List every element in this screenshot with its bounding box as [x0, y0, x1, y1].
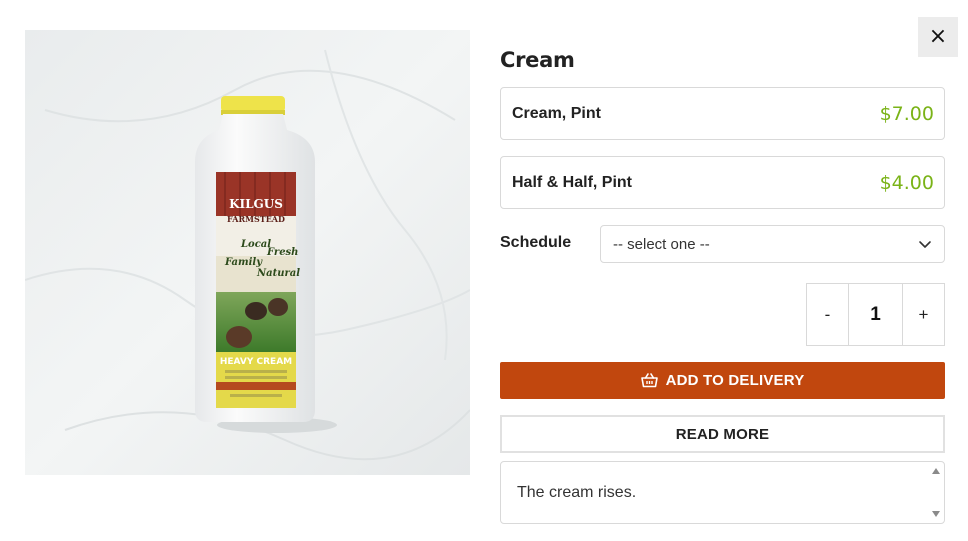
- svg-text:FARMSTEAD: FARMSTEAD: [227, 214, 285, 224]
- read-more-button[interactable]: READ MORE: [500, 415, 945, 453]
- add-to-delivery-label: ADD TO DELIVERY: [665, 372, 805, 389]
- svg-text:Family: Family: [224, 257, 263, 268]
- close-button[interactable]: ×: [918, 17, 958, 57]
- scroll-down-arrow-icon[interactable]: [932, 511, 940, 517]
- svg-text:Fresh: Fresh: [266, 247, 298, 258]
- basket-icon: [640, 373, 658, 388]
- quantity-increment-button[interactable]: +: [903, 284, 944, 345]
- product-image: KILGUS FARMSTEAD Local Fresh Family Natu…: [25, 30, 470, 475]
- schedule-selected-value: -- select one --: [613, 235, 710, 253]
- close-icon: ×: [928, 24, 948, 49]
- schedule-select[interactable]: -- select one --: [600, 225, 945, 263]
- description-text: The cream rises.: [517, 483, 637, 501]
- chevron-down-icon: [919, 241, 931, 248]
- quantity-value[interactable]: 1: [848, 284, 903, 345]
- variant-option-cream-pint[interactable]: Cream, Pint $7.00: [500, 87, 945, 140]
- variant-price: $7.00: [879, 102, 934, 125]
- quantity-stepper: - 1 +: [806, 283, 945, 346]
- svg-text:KILGUS: KILGUS: [229, 197, 283, 211]
- quantity-decrement-button[interactable]: -: [807, 284, 848, 345]
- variant-name: Cream, Pint: [512, 104, 601, 122]
- svg-text:Natural: Natural: [256, 268, 300, 279]
- read-more-label: READ MORE: [675, 425, 770, 443]
- description-box: The cream rises.: [500, 461, 945, 524]
- add-to-delivery-button[interactable]: ADD TO DELIVERY: [500, 362, 945, 399]
- variant-name: Half & Half, Pint: [512, 173, 633, 191]
- schedule-label: Schedule: [500, 234, 572, 251]
- product-title: Cream: [500, 48, 575, 72]
- svg-text:HEAVY CREAM: HEAVY CREAM: [220, 357, 292, 367]
- scroll-up-arrow-icon[interactable]: [932, 468, 940, 474]
- variant-option-half-and-half-pint[interactable]: Half & Half, Pint $4.00: [500, 156, 945, 209]
- variant-price: $4.00: [879, 171, 934, 194]
- description-scrollbar[interactable]: [929, 463, 943, 522]
